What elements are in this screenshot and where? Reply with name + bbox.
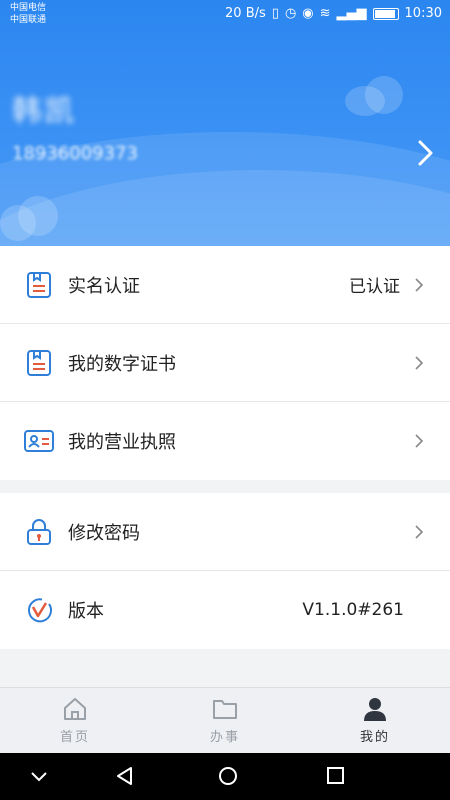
status-bar: 中国电信 中国联通 20 B/s ▯ ◷ ◉ ≋ ▂▄▆ 10:30 xyxy=(0,0,450,34)
certificate-icon xyxy=(24,348,54,378)
home-circle-icon[interactable] xyxy=(213,763,243,789)
chevron-right-icon xyxy=(415,524,424,539)
alarm-icon: ◷ xyxy=(284,6,297,21)
tab-label: 办事 xyxy=(209,730,240,745)
chevron-down-icon[interactable] xyxy=(24,763,54,789)
menu-row-real-name[interactable]: 实名认证 已认证 xyxy=(0,246,450,324)
version-number: V1.1.0#261 xyxy=(302,600,404,620)
tab-services[interactable]: 办事 xyxy=(150,688,300,754)
menu-label: 实名认证 xyxy=(68,275,140,297)
menu-row-digital-cert[interactable]: 我的数字证书 xyxy=(0,324,450,402)
menu-row-change-password[interactable]: 修改密码 xyxy=(0,493,450,571)
vibrate-icon: ▯ xyxy=(271,6,279,21)
chevron-right-icon xyxy=(415,355,424,370)
eye-icon: ◉ xyxy=(302,6,314,21)
menu-row-version: 版本 V1.1.0#261 xyxy=(0,571,450,649)
menu-label: 我的营业执照 xyxy=(68,432,176,453)
account-menu: 实名认证 已认证 我的数字证书 我的营业执照 xyxy=(0,246,450,480)
back-icon[interactable] xyxy=(110,763,140,789)
lock-icon xyxy=(24,517,54,547)
menu-label: 我的数字证书 xyxy=(68,353,176,375)
bottom-tab-bar: 首页 办事 我的 xyxy=(0,687,450,754)
cloud-decoration xyxy=(18,196,58,236)
status-icons: 20 B/s ▯ ◷ ◉ ≋ ▂▄▆ 10:30 xyxy=(225,6,442,21)
verified-status: 已认证 xyxy=(349,277,400,297)
home-icon xyxy=(64,698,86,720)
system-nav-bar xyxy=(0,753,450,800)
tab-label: 首页 xyxy=(59,730,90,745)
tab-label: 我的 xyxy=(359,730,390,745)
folder-icon xyxy=(213,700,237,719)
carrier-info: 中国电信 中国联通 xyxy=(10,2,46,26)
version-logo-icon xyxy=(24,595,54,625)
tab-mine[interactable]: 我的 xyxy=(300,688,450,754)
user-icon xyxy=(364,698,386,721)
settings-menu: 修改密码 版本 V1.1.0#261 xyxy=(0,493,450,649)
menu-row-business-license[interactable]: 我的营业执照 xyxy=(0,402,450,480)
carrier-2: 中国联通 xyxy=(10,15,47,25)
signal-icon: ▂▄▆ xyxy=(336,6,367,21)
cloud-decoration xyxy=(365,76,403,114)
battery-icon xyxy=(372,7,399,20)
profile-header[interactable]: 中国电信 中国联通 20 B/s ▯ ◷ ◉ ≋ ▂▄▆ 10:30 韩凯 18… xyxy=(0,0,450,246)
carrier-1: 中国电信 xyxy=(10,3,47,13)
license-card-icon xyxy=(24,426,54,456)
user-phone: 18936009373 xyxy=(12,143,138,164)
clock-time: 10:30 xyxy=(404,6,442,21)
wifi-icon: ≋ xyxy=(319,6,331,21)
id-badge-icon xyxy=(24,270,54,300)
recent-apps-icon[interactable] xyxy=(320,763,350,789)
tab-home[interactable]: 首页 xyxy=(0,688,150,754)
menu-label: 版本 xyxy=(68,601,104,622)
user-name: 韩凯 xyxy=(12,94,76,129)
menu-label: 修改密码 xyxy=(68,522,140,544)
chevron-right-icon[interactable] xyxy=(412,138,438,168)
network-speed: 20 B/s xyxy=(225,6,266,21)
chevron-right-icon xyxy=(415,277,424,292)
chevron-right-icon xyxy=(415,434,424,448)
